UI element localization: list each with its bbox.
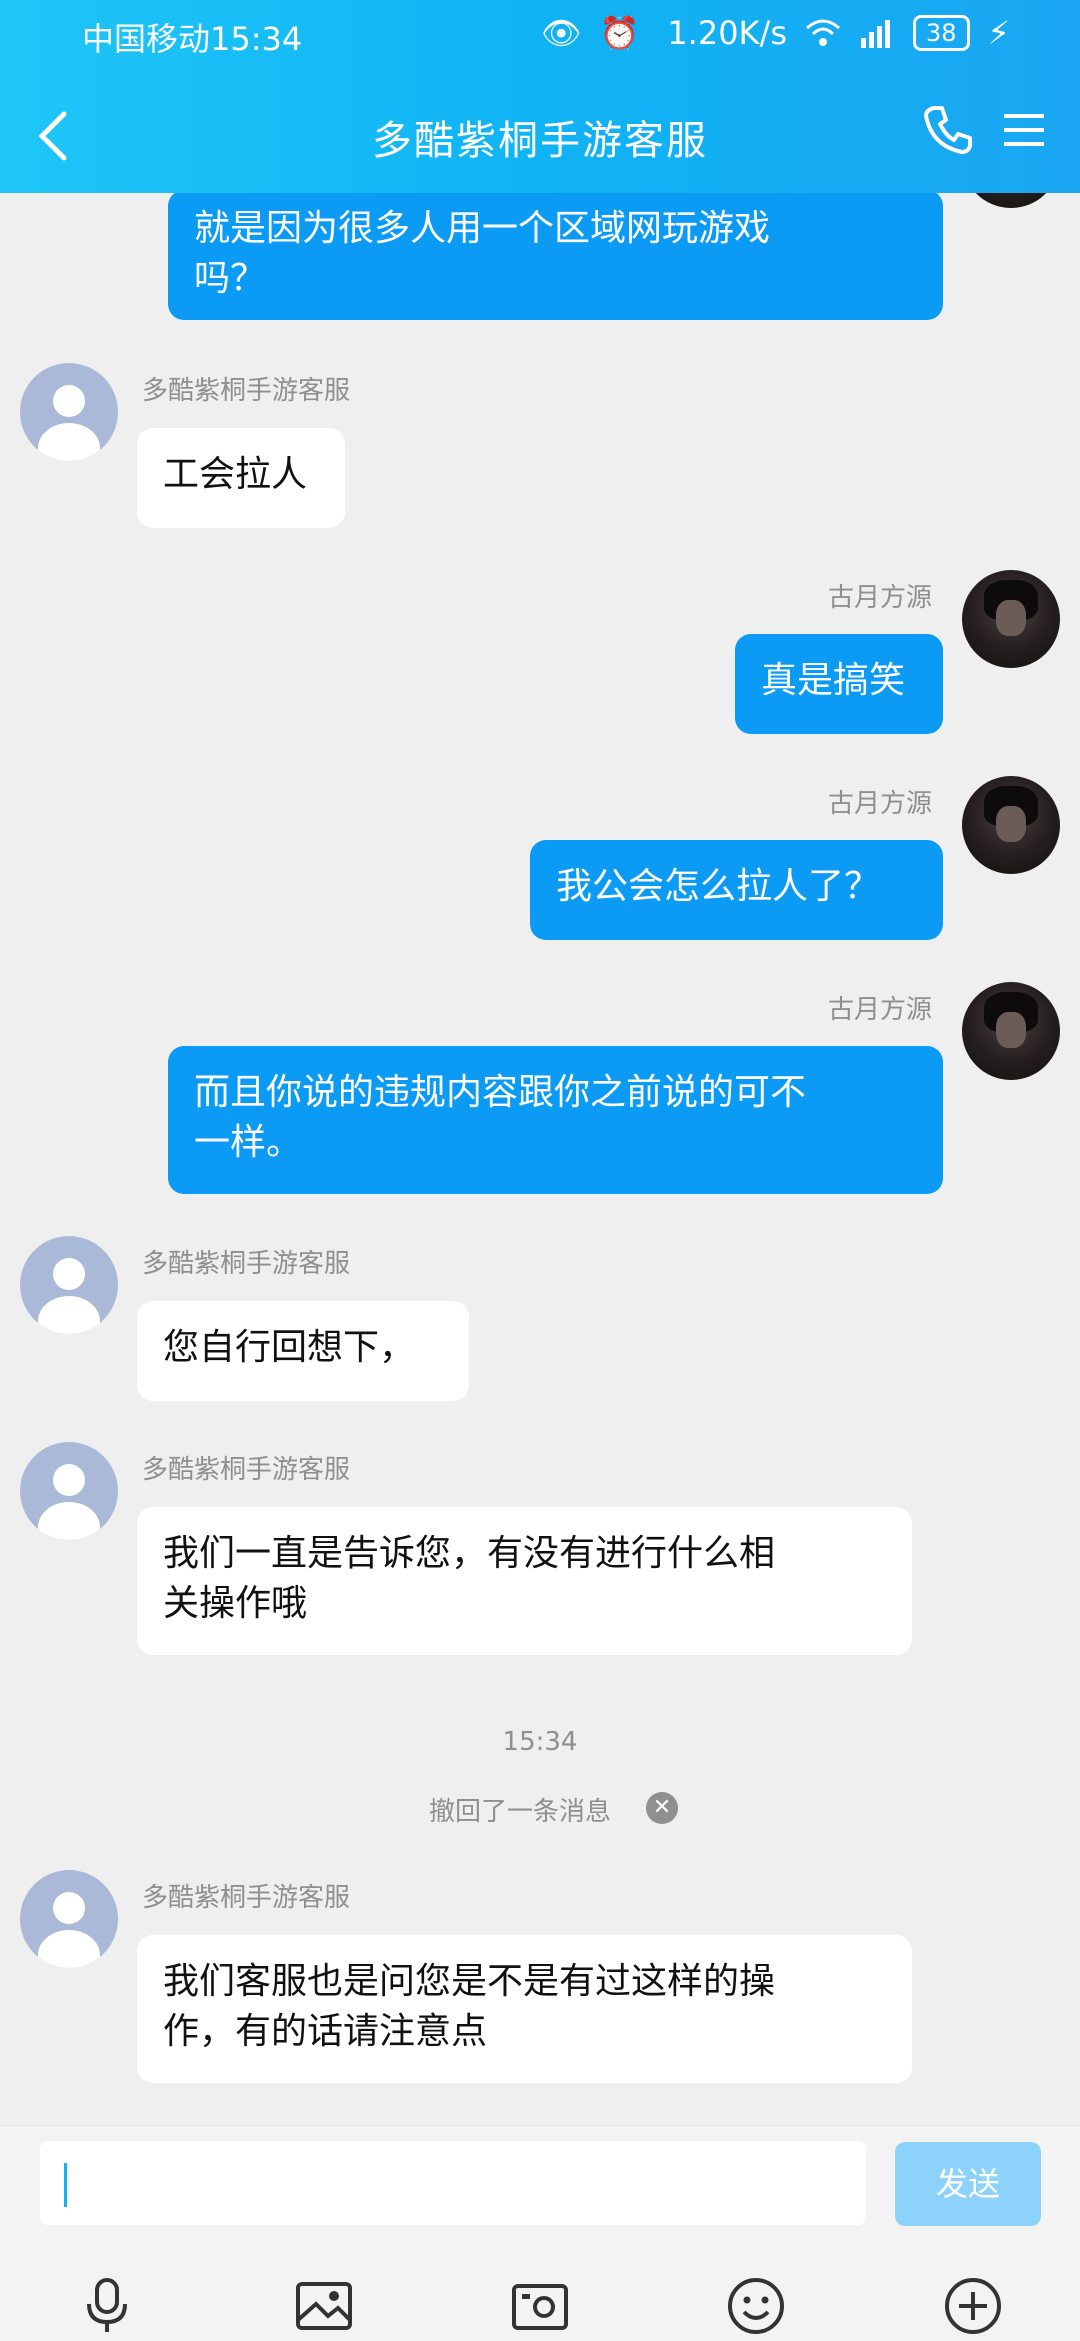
agent-avatar[interactable] bbox=[20, 1442, 118, 1540]
message-bubble[interactable]: 我公会怎么拉人了？ bbox=[530, 840, 943, 940]
phone-icon[interactable] bbox=[922, 104, 974, 156]
emoji-icon[interactable] bbox=[726, 2276, 786, 2336]
message-bubble[interactable]: 就是因为很多人用一个区域网玩游戏 吗？ bbox=[168, 190, 943, 320]
status-bar: 中国移动15:34 👁 ⏰ 1.20K/s 38 ⚡ bbox=[0, 0, 1080, 70]
battery-icon: 38 bbox=[912, 15, 970, 51]
user-avatar[interactable] bbox=[962, 570, 1060, 668]
alarm-icon: ⏰ bbox=[599, 14, 640, 52]
signal-icon bbox=[860, 20, 890, 48]
app-header: 中国移动15:34 👁 ⏰ 1.20K/s 38 ⚡ 多酷紫桐手游客服 bbox=[0, 0, 1080, 193]
status-icons: 👁 ⏰ 1.20K/s 38 ⚡ bbox=[541, 14, 1010, 52]
sender-name: 古月方源 bbox=[827, 583, 932, 613]
user-avatar[interactable] bbox=[962, 776, 1060, 874]
nav-bar: 多酷紫桐手游客服 bbox=[0, 96, 1080, 176]
send-button[interactable]: 发送 bbox=[895, 2142, 1041, 2226]
agent-avatar[interactable] bbox=[20, 1236, 118, 1334]
toolbar bbox=[0, 2276, 1080, 2336]
sender-name: 多酷紫桐手游客服 bbox=[142, 376, 351, 406]
message-bubble[interactable]: 我们客服也是问您是不是有过这样的操 作，有的话请注意点 bbox=[137, 1935, 912, 2083]
message-bubble[interactable]: 您自行回想下， bbox=[137, 1301, 469, 1401]
message-input[interactable] bbox=[40, 2141, 866, 2225]
agent-avatar[interactable] bbox=[20, 1870, 118, 1968]
wifi-icon bbox=[805, 19, 840, 46]
message-bubble[interactable]: 工会拉人 bbox=[137, 428, 345, 528]
sender-name: 多酷紫桐手游客服 bbox=[142, 1249, 351, 1279]
sender-name: 古月方源 bbox=[827, 995, 932, 1025]
network-speed: 1.20K/s bbox=[667, 14, 787, 52]
recall-notice: 撤回了一条消息 bbox=[428, 1797, 611, 1827]
eye-icon: 👁 bbox=[540, 14, 582, 52]
menu-icon[interactable] bbox=[1002, 110, 1046, 150]
close-icon[interactable]: ✕ bbox=[646, 1792, 678, 1824]
user-avatar[interactable] bbox=[962, 982, 1060, 1080]
carrier-time: 中国移动15:34 bbox=[82, 20, 303, 58]
camera-icon[interactable] bbox=[510, 2276, 570, 2336]
microphone-icon[interactable] bbox=[77, 2276, 137, 2336]
image-icon[interactable] bbox=[294, 2276, 354, 2336]
sender-name: 多酷紫桐手游客服 bbox=[142, 1455, 351, 1485]
input-bar: 发送 bbox=[0, 2125, 1080, 2341]
sender-name: 多酷紫桐手游客服 bbox=[142, 1883, 351, 1913]
text-caret bbox=[64, 2163, 67, 2207]
agent-avatar[interactable] bbox=[20, 363, 118, 461]
chat-area: 就是因为很多人用一个区域网玩游戏 吗？ 多酷紫桐手游客服 工会拉人 古月方源 真… bbox=[0, 0, 1080, 2125]
message-bubble[interactable]: 真是搞笑 bbox=[735, 634, 943, 734]
plus-icon[interactable] bbox=[943, 2276, 1003, 2336]
charging-icon: ⚡ bbox=[987, 14, 1010, 52]
timestamp: 15:34 bbox=[502, 1727, 578, 1757]
sender-name: 古月方源 bbox=[827, 789, 932, 819]
message-bubble[interactable]: 我们一直是告诉您，有没有进行什么相 关操作哦 bbox=[137, 1507, 912, 1655]
page-title: 多酷紫桐手游客服 bbox=[372, 118, 708, 164]
message-bubble[interactable]: 而且你说的违规内容跟你之前说的可不 一样。 bbox=[168, 1046, 943, 1194]
